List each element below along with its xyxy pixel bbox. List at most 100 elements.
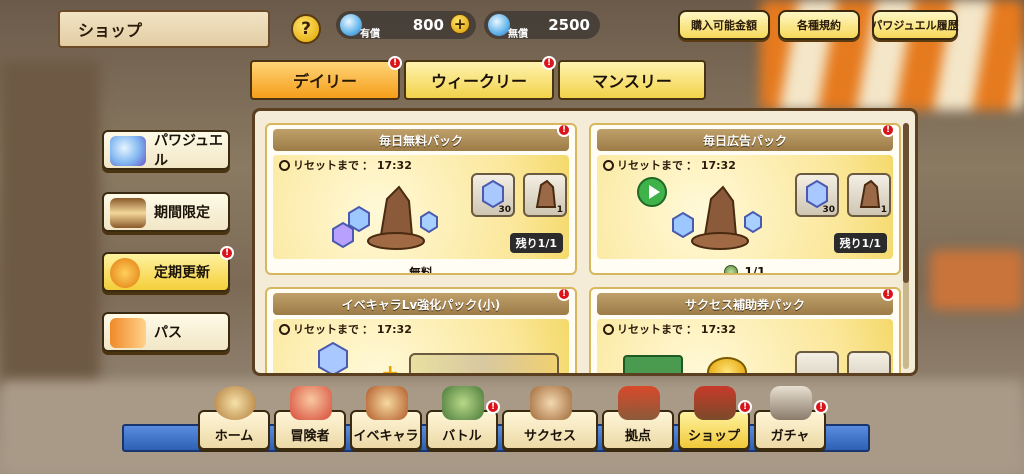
background-fruit: [930, 250, 1024, 310]
adventurer-icon: [290, 386, 332, 420]
pack-card-daily-ad[interactable]: 毎日広告パック ! リセットまで ： 17:32 30 1 残り1/1 1/1: [589, 123, 901, 275]
tab-weekly-label: ウィークリー: [430, 72, 527, 91]
pack-badge: !: [881, 289, 895, 301]
tab-daily-label: デイリー: [292, 72, 357, 91]
nav-shop[interactable]: ショップ !: [678, 386, 752, 450]
tab-monthly-label: マンスリー: [592, 72, 672, 91]
helmet-item-box: 1: [523, 173, 567, 217]
nav-home[interactable]: ホーム: [198, 386, 270, 450]
nav-gacha-badge: !: [814, 400, 828, 414]
clock-icon: [603, 323, 614, 335]
tab-weekly-badge: !: [542, 56, 556, 70]
nav-base[interactable]: 拠点: [602, 386, 674, 450]
nav-label: イベキャラ: [353, 429, 419, 444]
pack-price: 無料: [408, 265, 433, 275]
terms-button[interactable]: 各種規約: [778, 10, 860, 40]
shop-icon: [694, 386, 736, 420]
ad-watch-icon: [724, 265, 739, 273]
help-button[interactable]: ?: [291, 14, 321, 44]
jewel-history-button[interactable]: パワジュエル履歴: [871, 10, 959, 40]
nav-label: ガチャ: [770, 429, 810, 444]
purchasable-amount-button[interactable]: 購入可能金額: [678, 10, 770, 40]
free-currency: 無償 2500: [484, 11, 600, 40]
nav-label: サクセス: [523, 429, 576, 444]
nav-success[interactable]: サクセス: [502, 386, 598, 450]
remaining-count: 残り1/1: [833, 233, 887, 253]
base-icon: [618, 386, 660, 420]
paid-currency-value: 800: [412, 16, 444, 34]
pack-card-daily-free[interactable]: 毎日無料パック ! リセットまで ： 17:32 30 1 残り1/1 無料: [265, 123, 577, 275]
nav-label: ホーム: [214, 429, 254, 444]
clock-icon: [279, 323, 290, 335]
ticket-item-box: [795, 351, 839, 373]
tab-daily-badge: !: [388, 56, 402, 70]
pack-badge: !: [557, 289, 571, 301]
reset-label: リセットまで: [617, 159, 683, 172]
nav-event-chara[interactable]: イベキャラ: [350, 386, 422, 450]
gacha-icon: [770, 386, 812, 420]
ticket-stack-icon: [623, 355, 683, 373]
pack-card-success-ticket[interactable]: サクセス補助券パック ! リセットまで ： 17:32: [589, 287, 901, 373]
remaining-count: 残り1/1: [509, 233, 563, 253]
reset-timer: リセットまで ： 17:32: [603, 321, 736, 337]
nav-adventurer[interactable]: 冒険者: [274, 386, 346, 450]
item-quantity: 30: [498, 205, 511, 215]
compass-icon: [214, 386, 256, 420]
jewel-item-box: 30: [471, 173, 515, 217]
tab-weekly[interactable]: ウィークリー !: [404, 56, 556, 100]
reset-timer: リセットまで ： 17:32: [279, 321, 412, 337]
pass-ticket-icon: [110, 318, 146, 348]
jewel-and-helmet-illustration: [332, 185, 438, 250]
coin-item-box: [847, 351, 891, 373]
item-quantity: 1: [556, 205, 563, 215]
pack-price: 1/1: [591, 259, 899, 273]
shop-pack-panel: 毎日無料パック ! リセットまで ： 17:32 30 1 残り1/1 無料 毎…: [252, 108, 918, 376]
pack-card-event-chara[interactable]: イベキャラLv強化パック(小) ! リセットまで ： 17:32 +: [265, 287, 577, 376]
side-item-limited[interactable]: 期間限定: [102, 192, 230, 232]
nav-label: バトル: [442, 429, 482, 444]
hourglass-icon: [110, 198, 146, 228]
side-item-label: パワジュエル: [154, 133, 224, 169]
nav-label: 冒険者: [290, 429, 330, 444]
tab-daily[interactable]: デイリー !: [250, 56, 402, 100]
success-icon: [530, 386, 572, 420]
reset-label: リセットまで: [293, 323, 359, 336]
jewel-and-helmet-illustration: [672, 185, 762, 250]
pack-badge: !: [557, 125, 571, 137]
pack-title: サクセス補助券パック: [597, 293, 893, 315]
refresh-icon: [110, 258, 140, 288]
background-stall-left: [0, 60, 100, 390]
tab-monthly[interactable]: マンスリー: [558, 60, 706, 100]
jewel-icon: [318, 341, 348, 373]
side-item-label: 定期更新: [154, 265, 210, 281]
pack-body: リセットまで ： 17:32 30 1 残り1/1: [273, 155, 569, 259]
plus-icon: +: [381, 361, 400, 376]
purchase-plus-button[interactable]: +: [450, 14, 470, 34]
reset-time: ： 17:32: [362, 323, 412, 336]
pack-title: 毎日無料パック: [273, 129, 569, 151]
nav-battle[interactable]: バトル !: [426, 386, 500, 450]
paid-currency-label: 有償: [360, 28, 380, 40]
panel-scroll-thumb[interactable]: [903, 123, 909, 283]
pack-badge: !: [881, 125, 895, 137]
nav-label: ショップ: [687, 429, 740, 444]
jewel-item-box: 30: [795, 173, 839, 217]
nav-shop-badge: !: [738, 400, 752, 414]
clock-icon: [279, 159, 290, 171]
pack-title: 毎日広告パック: [597, 129, 893, 151]
side-item-label: パス: [154, 325, 182, 341]
side-item-power-jewel[interactable]: パワジュエル: [102, 130, 230, 170]
reset-timer: リセットまで ： 17:32: [603, 157, 736, 173]
side-item-periodic[interactable]: 定期更新 !: [102, 246, 234, 292]
reset-label: リセットまで: [617, 323, 683, 336]
nav-battle-badge: !: [486, 400, 500, 414]
helmet-item-box: 1: [847, 173, 891, 217]
side-item-pass[interactable]: パス: [102, 312, 230, 352]
clock-icon: [603, 159, 614, 171]
item-group-icon: [409, 353, 559, 373]
nav-gacha[interactable]: ガチャ !: [754, 386, 828, 450]
coin-stack-icon: [707, 357, 747, 373]
page-title: ショップ: [58, 10, 270, 48]
side-periodic-badge: !: [220, 246, 234, 260]
side-item-label: 期間限定: [154, 205, 210, 221]
